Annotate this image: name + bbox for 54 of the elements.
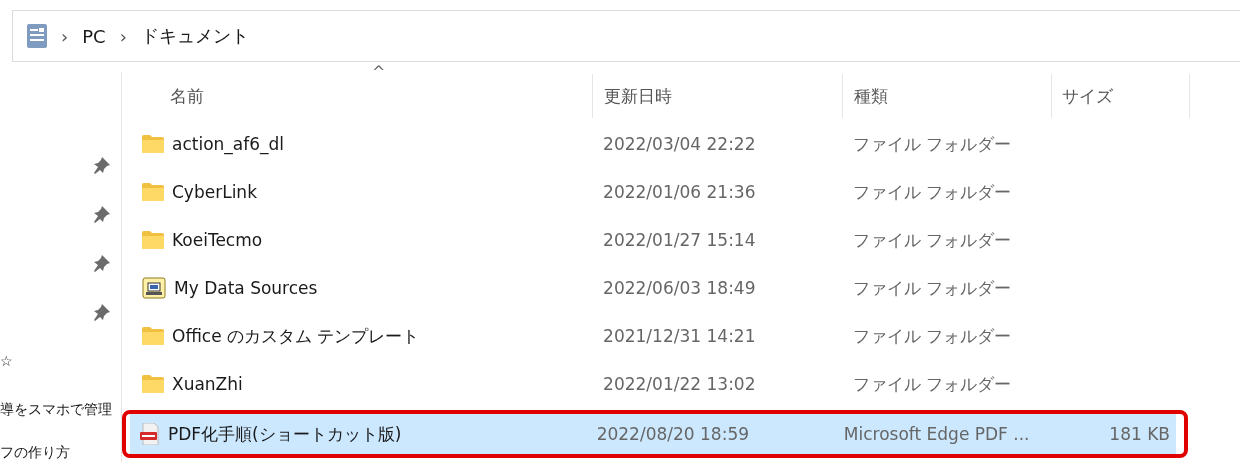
type-text: ファイル フォルダー bbox=[852, 180, 1012, 204]
pin-icon[interactable] bbox=[93, 302, 111, 321]
chevron-icon: › bbox=[119, 25, 127, 47]
type-text: ファイル フォルダー bbox=[852, 228, 1012, 252]
file-row[interactable]: action_af6_dl 2022/03/04 22:22 ファイル フォルダー bbox=[132, 124, 1188, 164]
file-name: XuanZhi bbox=[172, 374, 243, 394]
date-text: 2022/01/27 15:14 bbox=[603, 230, 756, 250]
pin-icon[interactable] bbox=[93, 204, 111, 223]
date-text: 2022/01/22 13:02 bbox=[603, 374, 756, 394]
pin-icon[interactable] bbox=[93, 155, 111, 174]
data-folder-icon bbox=[142, 277, 166, 299]
date-text: 2022/08/20 18:59 bbox=[596, 424, 750, 444]
file-row[interactable]: KoeiTecmo 2022/01/27 15:14 ファイル フォルダー bbox=[132, 220, 1188, 260]
nav-item[interactable]: 導をスマホで管理 bbox=[0, 400, 112, 419]
file-row[interactable]: Office のカスタム テンプレート 2021/12/31 14:21 ファイル フォルダー bbox=[132, 316, 1188, 356]
document-icon bbox=[27, 24, 47, 48]
pin-icon[interactable] bbox=[93, 253, 111, 272]
column-header[interactable]: 更新日時 bbox=[604, 84, 672, 108]
type-text: ファイル フォルダー bbox=[852, 132, 1012, 156]
breadcrumb[interactable]: ドキュメント bbox=[140, 24, 249, 48]
file-row[interactable]: PDF化手順(ショートカット版) 2022/08/20 18:59 Microsoft Edge PDF ... 181 KB bbox=[130, 414, 1176, 454]
file-row[interactable]: CyberLink 2022/01/06 21:36 ファイル フォルダー bbox=[132, 172, 1188, 212]
breadcrumb[interactable]: PC bbox=[82, 25, 106, 47]
type-text: ファイル フォルダー bbox=[852, 372, 1012, 396]
date-text: 2022/06/03 18:49 bbox=[603, 278, 756, 298]
address-bar[interactable]: › PC › ドキュメント bbox=[12, 10, 1240, 62]
sort-caret-icon: ^ bbox=[372, 62, 386, 81]
file-name: action_af6_dl bbox=[172, 134, 285, 154]
column-header[interactable]: サイズ bbox=[1062, 84, 1113, 108]
file-row[interactable]: My Data Sources 2022/06/03 18:49 ファイル フォルダー bbox=[132, 268, 1188, 308]
nav-item[interactable]: フの作り方 bbox=[0, 444, 70, 462]
file-name: My Data Sources bbox=[174, 278, 318, 298]
pdf-file-icon bbox=[140, 423, 160, 445]
date-text: 2021/12/31 14:21 bbox=[603, 326, 756, 346]
folder-icon bbox=[142, 327, 164, 345]
folder-icon bbox=[142, 135, 164, 153]
size-text: 181 KB bbox=[1109, 424, 1170, 444]
file-name: KoeiTecmo bbox=[172, 230, 263, 250]
column-header[interactable]: 名前 bbox=[170, 84, 204, 108]
date-text: 2022/01/06 21:36 bbox=[603, 182, 756, 202]
nav-item[interactable]: ☆ bbox=[0, 352, 13, 369]
type-text: ファイル フォルダー bbox=[852, 324, 1012, 348]
date-text: 2022/03/04 22:22 bbox=[603, 134, 756, 154]
file-row[interactable]: XuanZhi 2022/01/22 13:02 ファイル フォルダー bbox=[132, 364, 1188, 404]
file-name: CyberLink bbox=[172, 182, 257, 202]
column-header[interactable]: 種類 bbox=[854, 84, 888, 108]
folder-icon bbox=[142, 231, 164, 249]
file-name: Office のカスタム テンプレート bbox=[172, 324, 420, 348]
type-text: ファイル フォルダー bbox=[852, 276, 1012, 300]
type-text: Microsoft Edge PDF ... bbox=[843, 424, 1030, 444]
folder-icon bbox=[142, 375, 164, 393]
file-name: PDF化手順(ショートカット版) bbox=[168, 422, 402, 446]
folder-icon bbox=[142, 183, 164, 201]
chevron-icon: › bbox=[61, 25, 69, 47]
